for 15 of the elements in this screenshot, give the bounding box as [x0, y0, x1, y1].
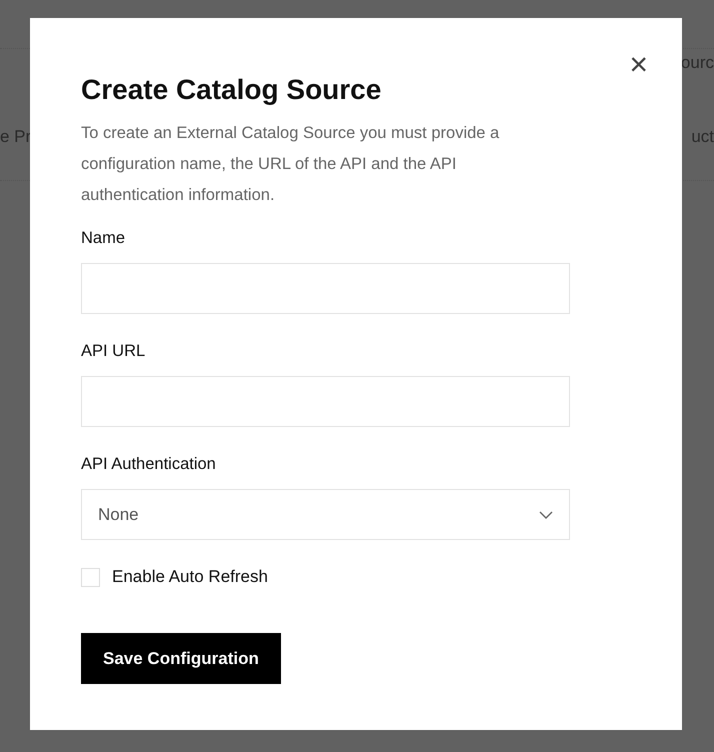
checkbox[interactable]: [81, 568, 100, 586]
checkbox-label: Enable Auto Refresh: [112, 567, 268, 587]
input-field[interactable]: [81, 376, 570, 427]
dialog-description: To create an External Catalog Source you must provide a configuration name, the URL of the API and the API authentication information.: [81, 123, 500, 206]
save-configuration-button[interactable]: Save Configuration: [81, 633, 281, 684]
field-label: Name: [81, 228, 126, 249]
dialog-title: Create Catalog Source: [81, 73, 382, 107]
chevron-down-icon: [539, 510, 553, 518]
background-text: uct: [691, 127, 714, 147]
close-button[interactable]: ×: [629, 48, 648, 80]
background-text: ourc: [680, 53, 714, 73]
field-label: API Authentication: [81, 454, 216, 475]
field-label: API URL: [81, 341, 146, 362]
input-field[interactable]: [81, 263, 570, 314]
select-field[interactable]: None: [81, 489, 570, 540]
